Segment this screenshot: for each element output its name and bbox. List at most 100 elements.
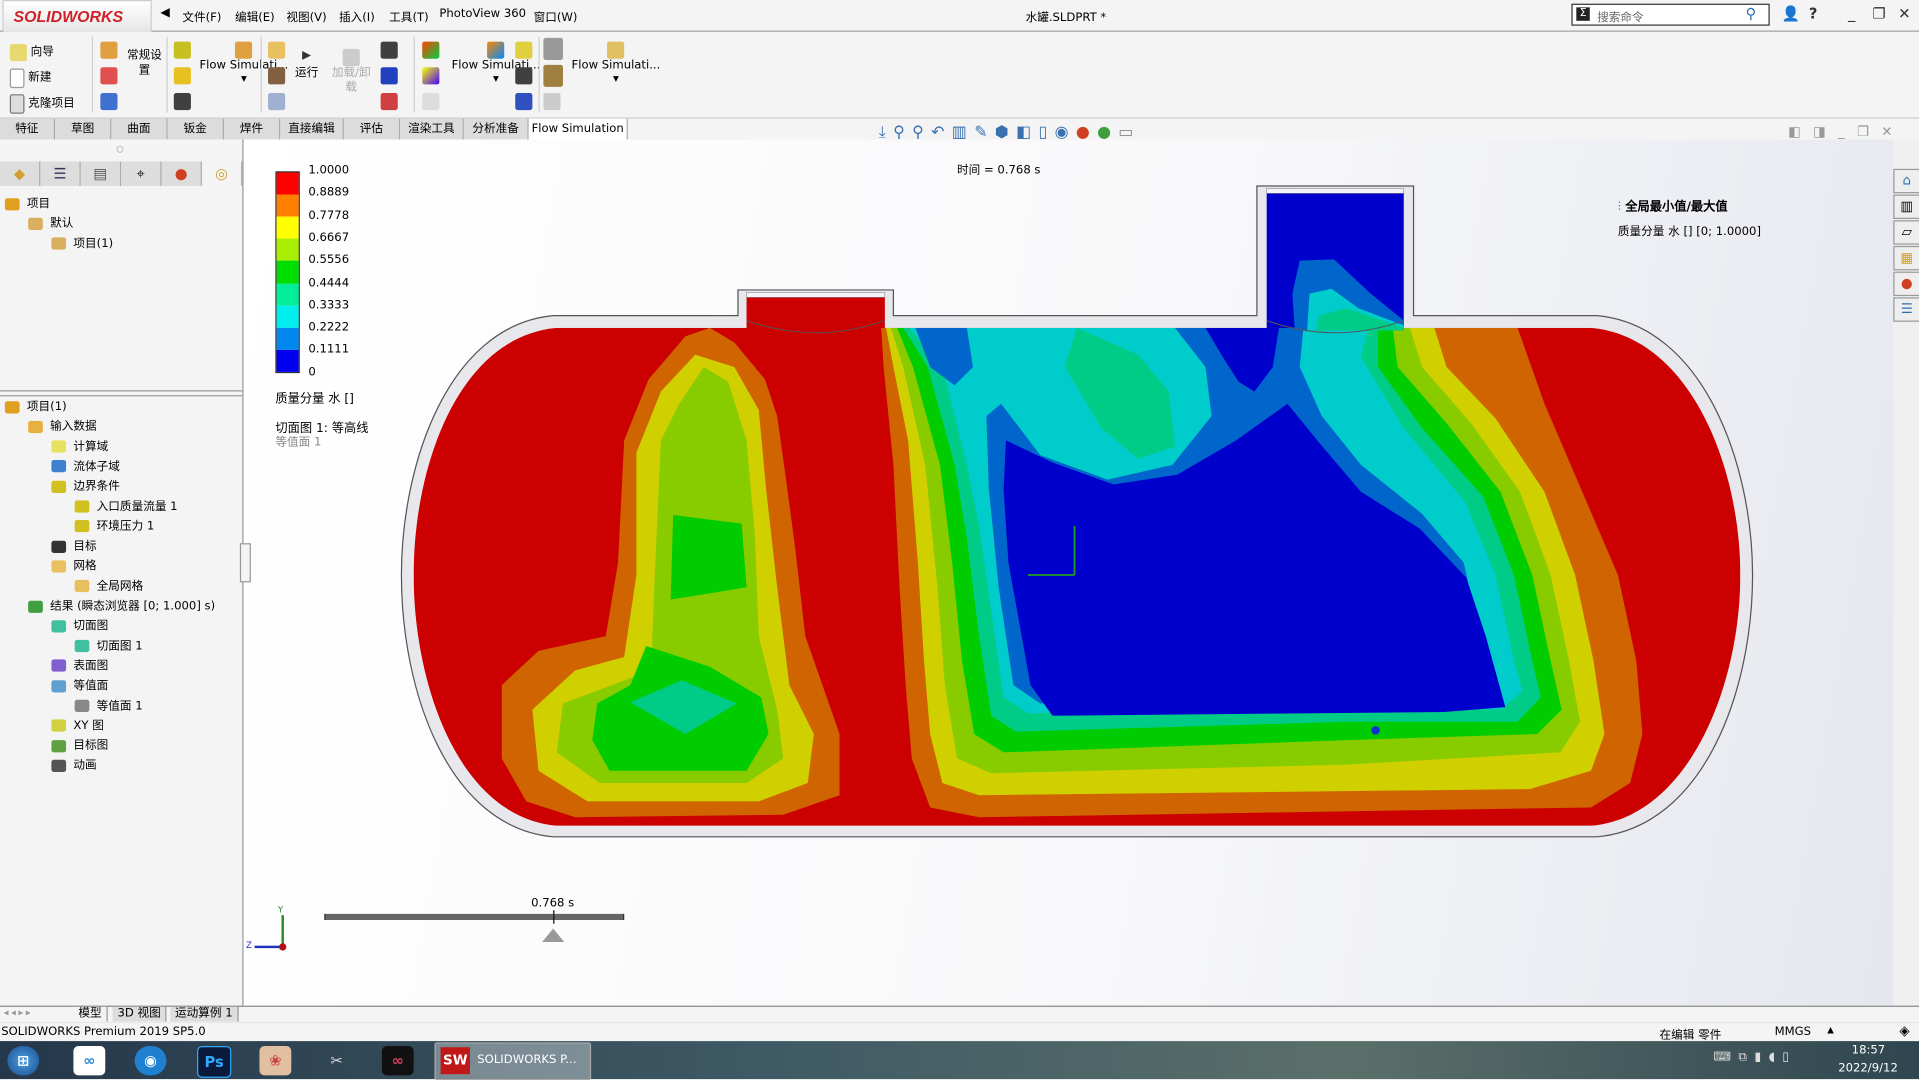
custom-properties-icon[interactable]: ☰ [1893,297,1919,322]
timeline-label: 0.768 s [531,896,575,911]
tab-scroll-arrows[interactable]: ◂◂▸▸ [4,1007,33,1018]
propertymanager-tab-icon[interactable]: ☰ [40,161,81,186]
tree-item[interactable]: 入口质量流量 1 [74,496,178,514]
tree-item-label: 等值面 1 [96,699,143,713]
system-tray-icons[interactable]: ⌨⧉▮◖▯ [1713,1051,1796,1064]
panel-collapse-tab[interactable] [239,543,251,583]
tree-item-label: 结果 (瞬态浏览器 [0; 1.000] s) [50,599,216,613]
outlet-lid [1266,188,1405,194]
home-icon[interactable]: ⌂ [1893,168,1919,194]
tree-item-icon [51,560,67,573]
tree-item[interactable]: 切面图 [51,616,108,633]
tree-item-label: 全局网格 [96,579,144,593]
start-button-icon[interactable]: ⊞ [7,1046,40,1076]
tree-item[interactable]: 目标 [51,536,97,554]
tree-item-icon [4,197,20,210]
tree-item-label: 输入数据 [50,419,97,434]
tree-item[interactable]: 等值面 1 [74,696,143,713]
photoshop-icon[interactable]: Ps [197,1046,232,1078]
units-up-arrow-icon[interactable]: ▲ [1827,1025,1834,1035]
tree-item-label: 项目 [26,196,51,211]
tree-item-icon [4,400,20,413]
tree-item-icon [51,540,67,553]
tree-item[interactable]: 流体子域 [51,456,120,473]
tree-item[interactable]: 目标图 [51,735,109,753]
tree-item-label: 入口质量流量 1 [96,499,178,514]
tree-item-icon [74,639,90,653]
flow-simulation-tab-icon[interactable]: ◎ [201,161,243,186]
tree-item[interactable]: 等值面 [51,676,108,693]
contour-bands [413,327,1741,826]
timeline-current-tick [552,910,554,924]
tree-item-icon [28,217,43,230]
tree-item[interactable]: 表面图 [51,656,108,673]
snipping-tool-icon[interactable]: ✂ [321,1046,353,1075]
appearances-icon[interactable]: ● [1893,271,1919,297]
task-pane-tabs: ⌂ ▥ ▱ ▦ ● ☰ [1893,168,1919,322]
tree-item[interactable]: 项目(1) [51,233,113,250]
tree-item-icon [51,460,67,473]
dimxpert-tab-icon[interactable]: ⌖ [121,161,162,186]
configurationmanager-tab-icon[interactable]: ▤ [80,161,122,186]
tab-3d-view[interactable]: 3D 视图 [112,1006,167,1022]
tree-item-icon [51,620,67,633]
recorder-app-icon[interactable]: ∞ [381,1046,414,1076]
tree-item-label: 切面图 1 [96,639,143,653]
clock-date[interactable]: 2022/9/12 [1838,1062,1898,1075]
tree-item-icon [51,659,67,673]
tree-item[interactable]: 项目(1) [4,396,67,414]
tree-item-label: 表面图 [73,659,109,673]
model-tabs: ◂◂▸▸ 模型 3D 视图 运动算例 1 [0,1005,1919,1024]
tree-item-icon [28,600,43,613]
inlet-lid [746,292,886,298]
tab-model[interactable]: 模型 [73,1006,108,1022]
units-selector[interactable]: MMGS [1775,1025,1811,1038]
timeline-bar[interactable] [324,913,625,920]
tree-item[interactable]: 全局网格 [74,576,144,593]
rebuild-tag-icon[interactable]: ◈ [1899,1023,1909,1039]
tree-item-icon [74,580,90,593]
tree-item-icon [74,520,90,533]
tree-item-icon [51,739,67,752]
panel-collapse-handle[interactable]: ○ [116,144,123,154]
tree-item[interactable]: 输入数据 [28,416,97,433]
tree-item[interactable]: 切面图 1 [74,636,143,653]
design-library-icon[interactable]: ▥ [1893,194,1919,219]
keyshot-icon[interactable]: ◉ [134,1046,167,1076]
tree-item[interactable]: 默认 [28,213,73,230]
tree-item[interactable]: XY 图 [51,715,104,733]
clock-time[interactable]: 18:57 [1852,1044,1886,1057]
tree-item[interactable]: 动画 [51,755,97,772]
tree-item-label: 目标 [73,539,97,554]
tree-item[interactable]: 环境压力 1 [74,516,155,534]
taskbar-solidworks-button[interactable]: SW SOLIDWORKS P... [434,1042,592,1080]
tree-item[interactable]: 项目 [4,193,51,211]
timeline-slider-handle[interactable] [541,928,564,943]
tree-item[interactable]: 边界条件 [51,476,120,493]
display-manager-tab-icon[interactable]: ● [161,161,202,186]
image-app-icon[interactable]: ❀ [259,1046,292,1076]
tree-item-label: 网格 [73,559,97,574]
view-palette-icon[interactable]: ▦ [1893,245,1919,271]
tab-motion-study[interactable]: 运动算例 1 [170,1006,239,1022]
cut-plot-contours [400,185,1754,838]
edit-mode-text: 在编辑 零件 [1659,1028,1722,1043]
tree-item-label: 计算域 [73,439,109,454]
featuremanager-tab-icon[interactable]: ◆ [0,161,41,186]
tree-item-label: 目标图 [73,739,109,753]
tree-item-label: 默认 [50,216,74,231]
baidu-netdisk-icon[interactable]: ∞ [73,1046,106,1076]
tree-item-icon [51,440,67,453]
file-explorer-icon[interactable]: ▱ [1893,220,1919,245]
contour-band-green [670,515,747,600]
tree-item-label: 环境压力 1 [96,519,155,534]
version-text: SOLIDWORKS Premium 2019 SP5.0 [1,1025,206,1039]
tree-item[interactable]: 结果 (瞬态浏览器 [0; 1.000] s) [28,596,215,613]
tree-item[interactable]: 计算域 [51,436,108,453]
tree-item-label: 项目(1) [26,400,67,414]
triad-z-axis [254,945,282,949]
taskbar-app-label: SOLIDWORKS P... [477,1053,577,1067]
tree-item[interactable]: 网格 [51,556,97,574]
tree-item-icon [74,500,90,513]
tree-item-label: 流体子域 [73,459,120,474]
